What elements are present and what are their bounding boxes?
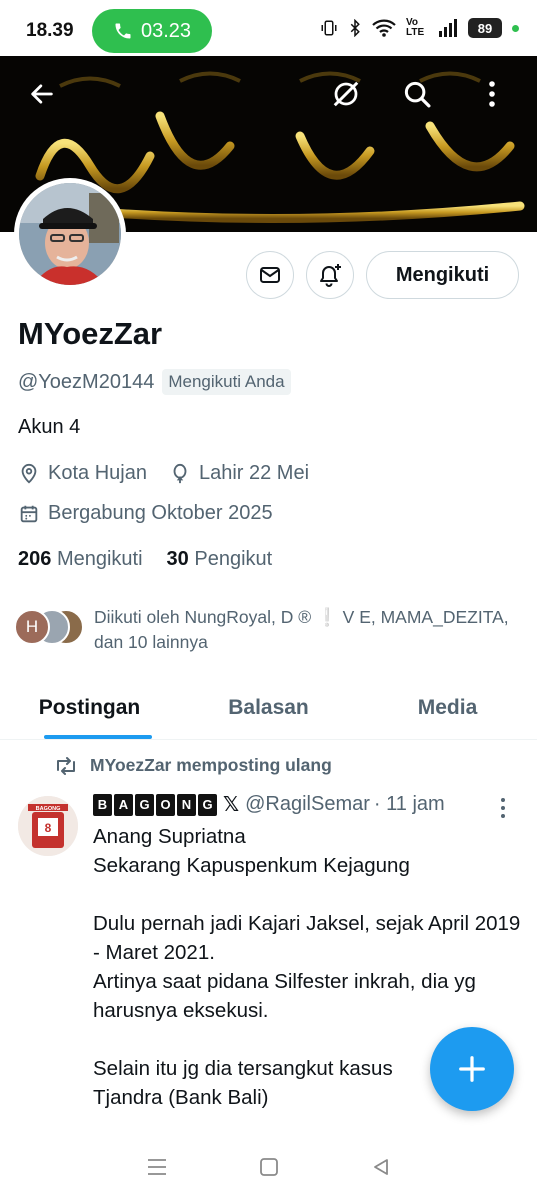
vibrate-icon: [321, 20, 337, 36]
plus-icon: [459, 1056, 485, 1082]
post-header: B A G O N G 𝕏 @RagilSemar · 11 jam: [93, 792, 445, 817]
grok-button[interactable]: [326, 74, 366, 114]
ongoing-call-pill[interactable]: 03.23: [92, 9, 212, 53]
envelope-icon: [260, 267, 280, 283]
dot-icon: [501, 814, 505, 818]
more-vertical-icon: [489, 81, 495, 107]
profile-avatar[interactable]: [14, 178, 126, 290]
followers-label: Pengikut: [194, 548, 273, 570]
handle-row: @YoezM20144 Mengikuti Anda: [18, 369, 291, 395]
followers-count: 30: [166, 548, 189, 570]
back-button[interactable]: [22, 74, 62, 114]
author-letter: B: [93, 793, 112, 816]
following-count: 206: [18, 548, 52, 570]
signal-icon: [439, 19, 457, 37]
status-time: 18.39: [26, 20, 74, 41]
followed-by-text: Diikuti oleh NungRoyal, D ® ❕ V E, MAMA_…: [94, 607, 509, 652]
following-label: Mengikuti: [56, 548, 143, 570]
author-letter: G: [135, 793, 154, 816]
menu-lines-icon: [147, 1159, 166, 1175]
network-type: Vo LTE: [406, 17, 425, 38]
svg-text:8: 8: [45, 821, 52, 835]
wifi-icon: [372, 19, 396, 37]
search-icon: [404, 81, 431, 108]
author-letter: N: [177, 793, 196, 816]
post-line: Sekarang Kapuspenkum Kejagung: [93, 854, 410, 877]
bluetooth-icon: [350, 19, 360, 37]
phone-icon: [115, 23, 131, 39]
call-duration: 03.23: [140, 19, 192, 42]
birthday-text: Lahir 22 Mei: [198, 462, 310, 484]
repost-indicator: MYoezZar memposting ulang: [54, 755, 332, 776]
followed-by-avatars: H: [14, 605, 86, 645]
author-letter: G: [198, 793, 217, 816]
profile-meta-row: Kota Hujan Lahir 22 Mei: [18, 462, 323, 485]
post-author-name[interactable]: B A G O N G: [93, 793, 217, 816]
author-letter: O: [156, 793, 175, 816]
dot-icon: [501, 798, 505, 802]
more-options-button[interactable]: [472, 74, 512, 114]
bell-plus-icon: [320, 264, 341, 287]
message-button[interactable]: [246, 251, 294, 299]
mutual-avatar-1: H: [14, 609, 50, 645]
notification-bell-button[interactable]: [306, 251, 354, 299]
followers-count-link[interactable]: 30 Pengikut: [167, 548, 273, 571]
avatar-photo: [19, 183, 121, 285]
post-more-button[interactable]: [493, 796, 513, 820]
tab-media[interactable]: Media: [358, 676, 537, 739]
dot-icon: [501, 806, 505, 810]
followed-by-row[interactable]: H Diikuti oleh NungRoyal, D ® ❕ V E, MAM…: [14, 605, 514, 655]
location-pin-icon: [21, 463, 37, 484]
post-line: [93, 880, 523, 909]
tab-replies[interactable]: Balasan: [179, 676, 358, 739]
post-time[interactable]: · 11 jam: [374, 793, 445, 816]
x-logo-icon: 𝕏: [223, 794, 240, 816]
search-button[interactable]: [397, 74, 437, 114]
joined-item: Bergabung Oktober 2025: [18, 502, 273, 525]
profile-bio: Akun 4: [18, 416, 81, 438]
home-button[interactable]: [259, 1157, 279, 1182]
bagong-avatar-image: 8 BAGONG: [18, 796, 78, 856]
birthday-item: Lahir 22 Mei: [169, 462, 309, 485]
location-text: Kota Hujan: [48, 462, 147, 484]
privacy-dot: [512, 24, 519, 32]
avatar-caption: BAGONG: [36, 806, 61, 812]
system-navigation-bar: [0, 1140, 537, 1199]
recent-apps-button[interactable]: [146, 1157, 168, 1182]
status-icons: Vo LTE 89: [320, 18, 519, 38]
arrow-left-icon: [31, 84, 53, 104]
post-author-avatar[interactable]: 8 BAGONG: [18, 796, 78, 856]
battery-indicator: 89: [468, 18, 502, 38]
follow-counts: 206 Mengikuti 30 Pengikut: [18, 548, 272, 571]
compose-post-button[interactable]: [430, 1027, 514, 1111]
repost-icon: [57, 756, 75, 775]
post-line: Artinya saat pidana Silfester inkrah, di…: [93, 970, 482, 1022]
grok-icon: [333, 81, 359, 107]
profile-handle: @YoezM20144: [18, 370, 155, 393]
location-item: Kota Hujan: [18, 462, 147, 485]
repost-label: MYoezZar memposting ulang: [90, 755, 332, 775]
triangle-back-icon: [374, 1159, 389, 1175]
follows-you-badge: Mengikuti Anda: [162, 369, 291, 395]
tab-posts[interactable]: Postingan: [0, 676, 179, 739]
author-letter: A: [114, 793, 133, 816]
joined-text: Bergabung Oktober 2025: [48, 502, 273, 524]
balloon-icon: [173, 463, 187, 483]
following-button[interactable]: Mengikuti: [366, 251, 519, 299]
post-line: Dulu pernah jadi Kajari Jaksel, sejak Ap…: [93, 912, 527, 964]
post-author-handle[interactable]: @RagilSemar: [245, 793, 370, 816]
post-line: Anang Supriatna: [93, 825, 246, 848]
back-nav-button[interactable]: [371, 1157, 391, 1182]
profile-tabs: Postingan Balasan Media: [0, 676, 537, 740]
status-bar: 18.39 03.23 Vo LTE 89: [0, 0, 537, 56]
square-home-icon: [260, 1158, 279, 1176]
joined-row: Bergabung Oktober 2025: [18, 502, 287, 525]
profile-name: MYoezZar: [18, 316, 163, 351]
following-count-link[interactable]: 206 Mengikuti: [18, 548, 143, 571]
calendar-icon: [20, 505, 38, 522]
